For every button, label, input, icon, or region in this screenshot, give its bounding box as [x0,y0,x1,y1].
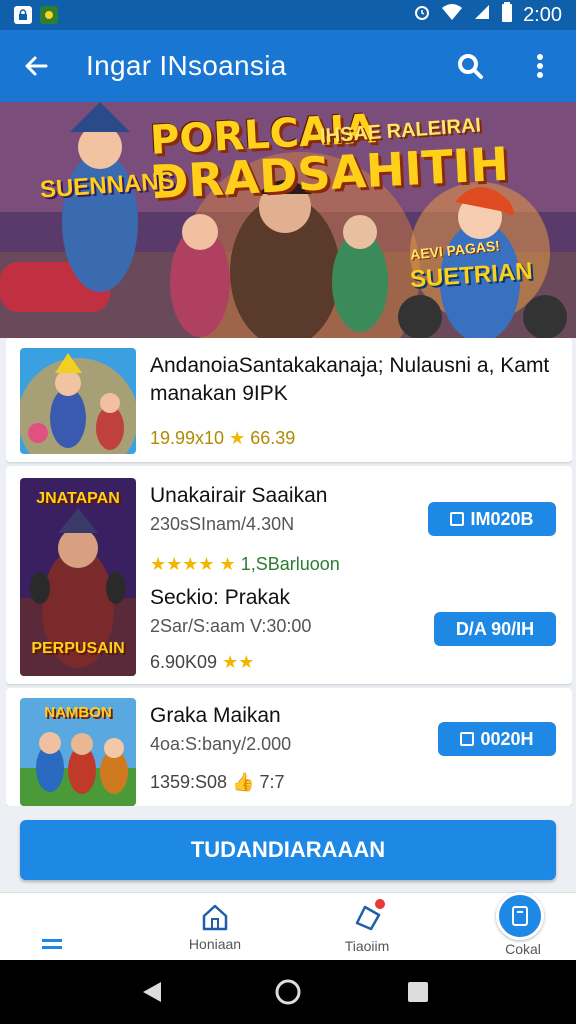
notification-badge [373,896,387,911]
game-meta-secondary: 2Sar/S:aam V:30:00 [150,616,312,636]
lock-notification-icon [14,6,32,24]
system-home-button[interactable] [268,972,308,1012]
thumbs-up-icon: 👍 [232,772,255,792]
rating-value: 6.90K09 [150,652,218,672]
install-button[interactable]: 0020H [438,722,556,756]
game-title: Unakairair Saaikan [150,484,328,507]
install-icon [450,512,465,526]
game-meta: 230sSInam/4.30N [150,514,295,534]
game-thumbnail: JNATAPAN PERPUSAIN [20,478,136,676]
game-rating: 1359:S08 👍 7:7 [150,772,285,793]
rating-text: 1,SBarluoon [240,554,340,574]
game-title: AndanoiaSantakakanaja; Nulausni a, Kamt [150,354,550,377]
thumb-caption-bottom: PERPUSAIN [31,640,125,657]
game-notification-icon [40,6,58,24]
stars-icon: ★★★★ ★ [150,554,236,574]
nav-label: Honiaan [188,936,242,952]
game-meta: 4oa:S:bany/2.000 [150,734,292,754]
primary-cta-label: TUDANDIARAAAN [190,837,386,862]
system-navigation-bar [0,960,576,1024]
game-rating: 19.99x10 ★ 66.39 [150,428,295,449]
square-recents-icon [408,982,428,1002]
game-thumbnail [20,348,136,454]
star-icon: ★ [229,428,246,448]
promo-banner[interactable]: PORLCAIA IHSAE RALEIRAI DRADSAHITIH AEVI… [0,102,576,338]
more-vert-icon [537,54,543,78]
wifi-icon [441,3,463,27]
signal-icon [473,3,491,27]
primary-cta-button[interactable]: TUDANDIARAAAN [20,820,556,880]
game-subtitle: manakan 9IPK [150,382,288,405]
star-icon: ★★ [222,652,255,672]
system-back-button[interactable] [132,972,172,1012]
system-recents-button[interactable] [398,972,438,1012]
menu-icon [42,939,62,949]
game-rating-secondary: 6.90K09 ★★ [150,652,254,673]
list-item[interactable]: NAMBON Graka Maikan 4oa:S:bany/2.000 002… [6,688,572,806]
alarm-icon [413,3,431,27]
thumb-caption-top: NAMBON [44,704,112,721]
install-button-label: 0020H [480,728,534,749]
nav-item-notifications[interactable]: Tiaoiim [322,893,412,961]
nav-label: Tiaoiim [344,937,390,954]
home-icon [202,904,228,931]
game-list: AndanoiaSantakakanaja; Nulausni a, Kamt … [6,338,572,806]
install-button-secondary[interactable]: D/A 90/IH [434,612,556,646]
battery-icon [501,2,513,28]
circle-home-icon [275,979,301,1005]
nav-item-home[interactable]: Honiaan [170,893,260,961]
thumb-caption-top: JNATAPAN [36,490,120,507]
nav-label: Cokal [505,941,541,957]
game-title-secondary: Seckio: Prakak [150,586,291,609]
rating-count: 66.39 [250,428,296,448]
rating-text: 7:7 [259,772,285,792]
rating-value: 1359:S08 [150,772,228,792]
triangle-back-icon [143,982,161,1002]
install-button-secondary-label: D/A 90/IH [455,618,535,639]
more-options-button[interactable] [520,46,560,86]
list-item[interactable]: AndanoiaSantakakanaja; Nulausni a, Kamt … [6,338,572,462]
game-title: Graka Maikan [150,704,281,727]
clock: 2:00 [523,3,562,26]
game-rating: ★★★★ ★ 1,SBarluoon [150,554,340,575]
install-button[interactable]: IM020B [428,502,556,536]
back-arrow-icon [25,56,48,76]
library-icon [512,906,528,926]
search-icon [458,54,483,79]
back-button[interactable] [16,46,56,86]
app-bar: Ingar INsoansia [0,30,576,102]
nav-item-menu[interactable] [20,893,84,961]
game-thumbnail: NAMBON [20,698,136,806]
search-button[interactable] [450,46,490,86]
library-fab-button[interactable] [496,892,544,940]
status-bar: 2:00 [0,0,576,30]
install-button-label: IM020B [470,508,534,529]
rating-value: 19.99x10 [150,428,225,448]
install-icon [460,732,475,746]
page-title: Ingar INsoansia [86,50,287,81]
list-item[interactable]: JNATAPAN PERPUSAIN Unakairair Saaikan 23… [6,466,572,684]
bottom-nav: Honiaan Tiaoiim Cokal [0,892,576,960]
